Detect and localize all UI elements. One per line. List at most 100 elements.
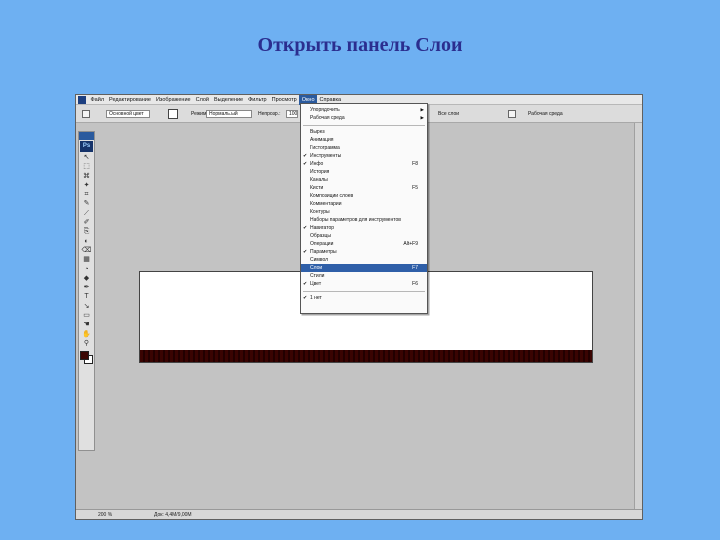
dodge-tool-icon[interactable]: ◆ bbox=[81, 275, 92, 283]
color-swatches[interactable] bbox=[80, 350, 93, 364]
window-menu-item[interactable]: Операции Alt+F9 bbox=[301, 240, 427, 248]
checkmark-icon: ✔ bbox=[303, 153, 308, 159]
gradient-tool-icon[interactable]: ▦ bbox=[81, 256, 92, 264]
window-menu-item-label: Композиции слоев bbox=[310, 193, 354, 199]
window-menu-item-label: Навигатор bbox=[310, 225, 335, 231]
fill-source-select[interactable]: Основной цвет bbox=[106, 110, 150, 118]
app-icon bbox=[78, 95, 86, 104]
opacity-input[interactable]: 100% bbox=[286, 110, 298, 118]
window-menu-item[interactable]: Гистограмма bbox=[301, 144, 427, 152]
checkmark-icon: ✔ bbox=[303, 281, 308, 287]
palette-well bbox=[634, 123, 642, 509]
all-layers-checkbox[interactable]: Все слои bbox=[438, 110, 459, 118]
window-menu-item[interactable]: ✔ Инструменты bbox=[301, 152, 427, 160]
eraser-tool-icon[interactable]: ⌫ bbox=[81, 247, 92, 255]
window-menu-item[interactable]: Комментарии bbox=[301, 200, 427, 208]
window-menu-item[interactable]: Вырез bbox=[301, 128, 427, 136]
history-brush-tool-icon[interactable]: ◐ bbox=[81, 238, 92, 246]
stamp-tool-icon[interactable]: ⎘ bbox=[81, 228, 92, 236]
window-menu-item[interactable]: Рабочая среда ▶ bbox=[301, 114, 427, 122]
window-menu-item[interactable]: ✔ 1 нет bbox=[301, 294, 427, 302]
window-menu-item[interactable]: Слои F7 bbox=[301, 264, 427, 272]
window-menu-item[interactable]: ✔ Навигатор bbox=[301, 224, 427, 232]
brush-tool-icon[interactable]: ✐ bbox=[81, 219, 92, 227]
window-menu-item[interactable]: Упорядочить ▶ bbox=[301, 106, 427, 114]
shortcut-label: F8 bbox=[412, 161, 418, 167]
menu-1[interactable]: Редактирование bbox=[107, 95, 154, 105]
type-tool-icon[interactable]: T bbox=[81, 293, 92, 301]
window-menu-item[interactable]: Каналы bbox=[301, 176, 427, 184]
workspace-button[interactable]: Рабочая среда bbox=[528, 110, 563, 118]
window-menu-item-label: Комментарии bbox=[310, 201, 342, 207]
shortcut-label: Alt+F9 bbox=[403, 241, 418, 247]
move-tool-icon[interactable]: ↖ bbox=[81, 154, 92, 162]
window-menu-dropdown: Упорядочить ▶ Рабочая среда ▶ Вырез Анимация Г… bbox=[300, 103, 428, 314]
pen-tool-icon[interactable]: ✒ bbox=[81, 284, 92, 292]
window-menu-item-label: Упорядочить bbox=[310, 107, 340, 113]
menu-6[interactable]: Просмотр bbox=[269, 95, 299, 105]
foreground-color-swatch[interactable] bbox=[80, 350, 89, 360]
window-menu-item-label: Инструменты bbox=[310, 153, 342, 159]
magic-wand-tool-icon[interactable]: ✦ bbox=[81, 182, 92, 190]
window-menu-item-label: Цвет bbox=[310, 281, 322, 287]
shape-tool-icon[interactable]: ▭ bbox=[81, 312, 92, 320]
window-menu-item[interactable]: Контуры bbox=[301, 208, 427, 216]
window-menu-item-label: 1 нет bbox=[310, 295, 322, 301]
window-menu-item[interactable]: ✔ Инфо F8 bbox=[301, 160, 427, 168]
fill-tool-icon[interactable] bbox=[82, 110, 90, 118]
blend-mode-select[interactable]: Нормаль.ый bbox=[206, 110, 252, 118]
submenu-arrow-icon: ▶ bbox=[420, 115, 424, 120]
window-menu-item-label: Стили bbox=[310, 273, 325, 279]
window-menu-item[interactable]: Символ bbox=[301, 256, 427, 264]
blur-tool-icon[interactable]: ◔ bbox=[81, 266, 92, 274]
window-menu-item-label: Параметры bbox=[310, 249, 337, 255]
shortcut-label: F7 bbox=[412, 265, 418, 271]
window-menu-item[interactable]: Образцы bbox=[301, 232, 427, 240]
menu-2[interactable]: Изображение bbox=[153, 95, 193, 105]
lasso-tool-icon[interactable]: ⌘ bbox=[81, 173, 92, 181]
menu-3[interactable]: Слой bbox=[193, 95, 211, 105]
window-menu-item[interactable]: История bbox=[301, 168, 427, 176]
window-menu-item[interactable]: Стили bbox=[301, 272, 427, 280]
shortcut-label: F6 bbox=[412, 281, 418, 287]
checkmark-icon: ✔ bbox=[303, 225, 308, 231]
zoom-tool-icon[interactable]: ⚲ bbox=[81, 340, 92, 348]
window-menu-item-label: Контуры bbox=[310, 209, 330, 215]
slide-title: Открыть панель Слои bbox=[257, 34, 463, 56]
menu-0[interactable]: Файл bbox=[88, 95, 107, 105]
slice-tool-icon[interactable]: ✎ bbox=[81, 200, 92, 208]
window-menu-item[interactable]: ✔ Параметры bbox=[301, 248, 427, 256]
pattern-swatch[interactable] bbox=[168, 109, 178, 119]
zoom-level[interactable]: 200 % bbox=[98, 512, 112, 518]
window-menu-item[interactable]: Композиции слоев bbox=[301, 192, 427, 200]
toolbox: Ps ↖ ⬚ ⌘ ✦ ⌗ ✎ ⟋ ✐ ⎘ ◐ ⌫ ▦ ◔ ◆ ✒ T ↘ ▭ ☚ ✋ ⚲ bbox=[78, 131, 95, 451]
submenu-arrow-icon: ▶ bbox=[420, 107, 424, 112]
brushes-palette-icon[interactable] bbox=[508, 110, 516, 118]
path-select-tool-icon[interactable]: ↘ bbox=[81, 303, 92, 311]
window-menu-item-label: Анимация bbox=[310, 137, 334, 143]
crop-tool-icon[interactable]: ⌗ bbox=[81, 191, 92, 199]
window-menu-item-label: История bbox=[310, 169, 330, 175]
window-menu-item[interactable]: Наборы параметров для инструментов bbox=[301, 216, 427, 224]
window-menu-item[interactable]: Анимация bbox=[301, 136, 427, 144]
toolbox-header bbox=[79, 132, 94, 140]
window-menu-item-label: Наборы параметров для инструментов bbox=[310, 217, 401, 223]
window-menu-item-label: Кисти bbox=[310, 185, 324, 191]
shortcut-label: F5 bbox=[412, 185, 418, 191]
marquee-tool-icon[interactable]: ⬚ bbox=[81, 163, 92, 171]
checkmark-icon: ✔ bbox=[303, 249, 308, 255]
checkmark-icon: ✔ bbox=[303, 161, 308, 167]
menu-5[interactable]: Фильтр bbox=[246, 95, 269, 105]
window-menu-item[interactable]: Кисти F5 bbox=[301, 184, 427, 192]
menu-separator bbox=[303, 290, 425, 292]
hand-tool-icon[interactable]: ✋ bbox=[81, 331, 92, 339]
window-menu-item-label: Гистограмма bbox=[310, 145, 340, 151]
window-menu-item-label: Вырез bbox=[310, 129, 325, 135]
window-menu-item-label: Образцы bbox=[310, 233, 332, 239]
menu-4[interactable]: Выделение bbox=[211, 95, 245, 105]
menu-separator bbox=[303, 124, 425, 126]
notes-tool-icon[interactable]: ☚ bbox=[81, 321, 92, 329]
image-dark-band bbox=[140, 350, 592, 362]
healing-tool-icon[interactable]: ⟋ bbox=[81, 210, 92, 218]
window-menu-item[interactable]: ✔ Цвет F6 bbox=[301, 280, 427, 288]
